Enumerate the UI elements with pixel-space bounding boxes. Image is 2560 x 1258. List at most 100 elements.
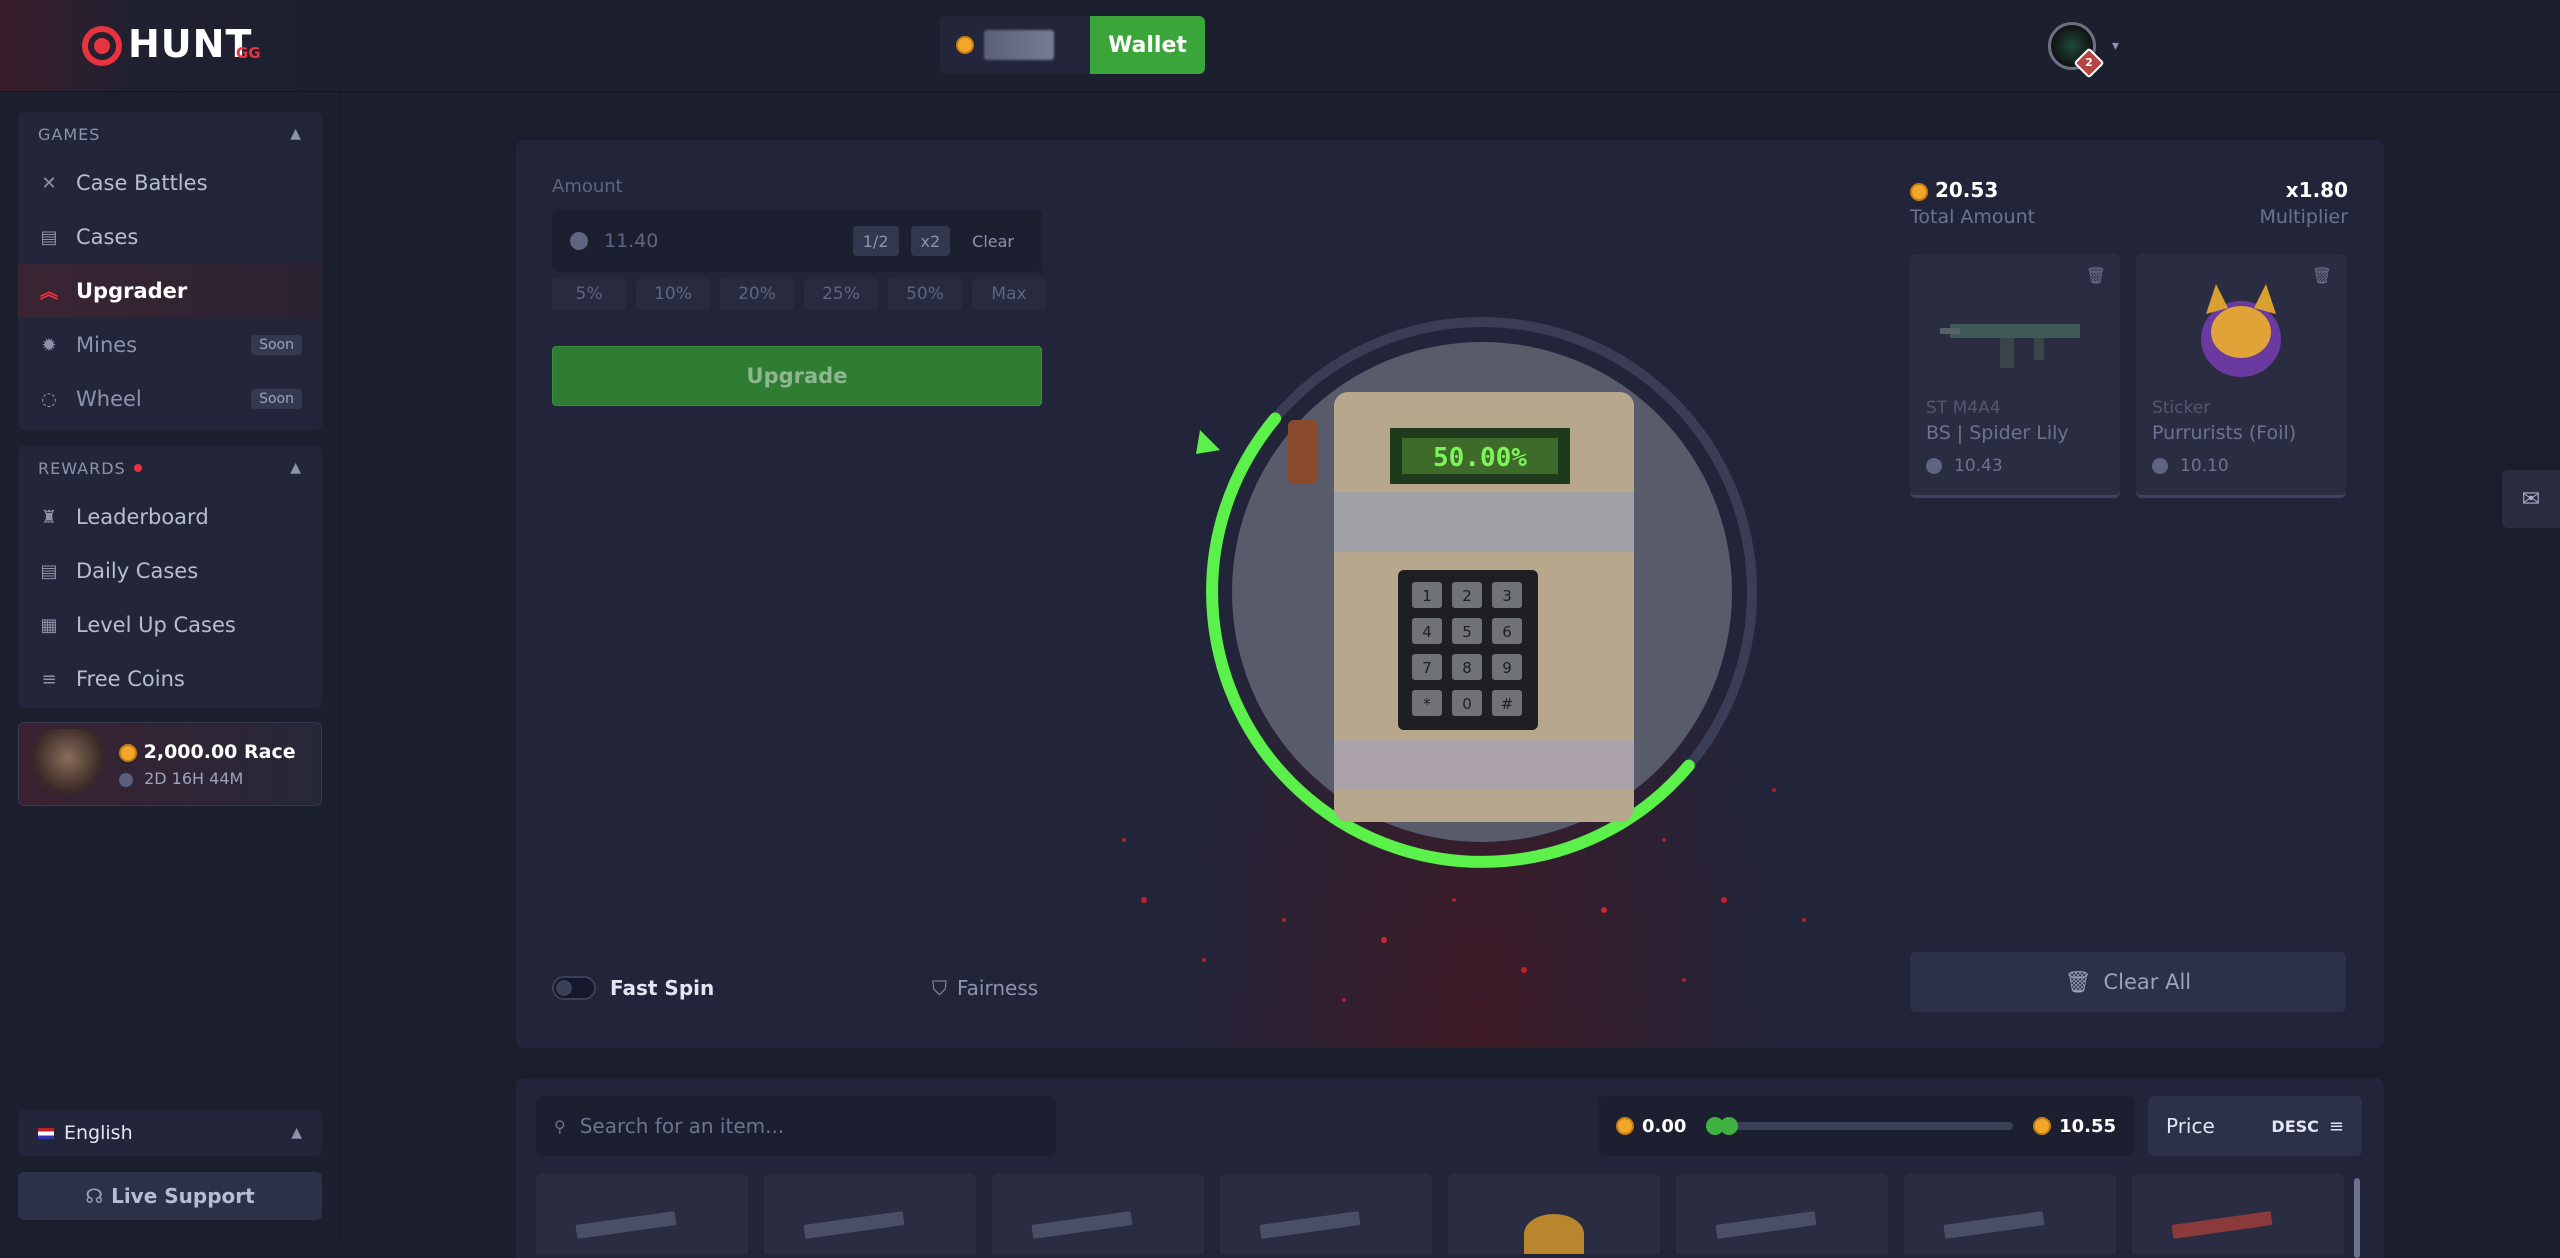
range-track[interactable] (1706, 1117, 2014, 1135)
sidebar-item-daily-cases[interactable]: ▤ Daily Cases (18, 544, 322, 598)
sidebar-item-case-battles[interactable]: ✕ Case Battles (18, 156, 322, 210)
sort-select[interactable]: Price DESC ≡ (2148, 1096, 2362, 1156)
sort-direction[interactable]: DESC (2271, 1117, 2318, 1136)
sidebar-item-leaderboard[interactable]: ♜ Leaderboard (18, 490, 322, 544)
logo[interactable]: HUNT GG (0, 0, 340, 92)
item-subtitle: ST M4A4 (1926, 398, 2001, 418)
rewards-heading: REWARDS (38, 458, 126, 478)
toggle-switch[interactable] (552, 976, 596, 1000)
race-amount: 2,000.00 Race (119, 741, 296, 763)
language-label: English (64, 1122, 133, 1144)
sidebar-item-level-up-cases[interactable]: ▦ Level Up Cases (18, 598, 322, 652)
percent-50-button[interactable]: 50% (888, 278, 962, 310)
percent-25-button[interactable]: 25% (804, 278, 878, 310)
rifle-image (1940, 324, 2080, 368)
rewards-panel: REWARDS ▲ ♜ Leaderboard ▤ Daily Cases ▦ … (18, 446, 322, 708)
inventory-item[interactable] (1220, 1174, 1432, 1254)
topbar (340, 0, 2560, 92)
notification-dot (133, 464, 142, 472)
sidebar-item-label: Upgrader (76, 279, 188, 303)
sidebar-item-cases[interactable]: ▤ Cases (18, 210, 322, 264)
keypad-key-label: 6 (1502, 623, 1512, 641)
upgrade-button[interactable]: Upgrade (552, 346, 1042, 406)
sidebar: HUNT GG GAMES ▲ ✕ Case Battles ▤ Cases ︽… (0, 0, 340, 1238)
amount-value[interactable]: 11.40 (604, 230, 658, 252)
fairness-link[interactable]: ⛉ Fairness (932, 976, 1038, 1000)
caret-down-icon[interactable]: ▾ (2112, 38, 2119, 54)
race-timer-value: 2D 16H 44M (144, 769, 244, 788)
percent-10-button[interactable]: 10% (636, 278, 710, 310)
coin-icon (1616, 1117, 1634, 1135)
games-heading: GAMES (38, 124, 101, 144)
inventory-item[interactable] (2132, 1174, 2344, 1254)
bet-controls: Amount 11.40 1/2 x2 Clear 5% 10% 20% 25%… (516, 140, 1084, 1048)
price-range-slider[interactable]: 0.00 10.55 (1598, 1096, 2134, 1156)
trash-icon[interactable]: 🗑 (2086, 266, 2106, 285)
sidebar-item-label: Leaderboard (76, 505, 209, 529)
sidebar-item-label: Level Up Cases (76, 613, 236, 637)
multiplier-label: Multiplier (2259, 206, 2348, 228)
case-icon: ▤ (40, 226, 58, 248)
search-input[interactable]: ⚲ Search for an item... (536, 1096, 1056, 1156)
race-label: Race (244, 741, 296, 763)
games-header[interactable]: GAMES ▲ (18, 112, 322, 156)
wallet-button[interactable]: Wallet (1090, 16, 1205, 74)
sticker-image (2201, 284, 2281, 377)
inventory-item[interactable] (1448, 1174, 1660, 1254)
level-badge-value: 2 (2085, 56, 2093, 69)
language-select[interactable]: English ▲ (18, 1110, 322, 1156)
keypad-key-label: # (1501, 695, 1514, 713)
clear-all-button[interactable]: 🗑 Clear All (1910, 952, 2346, 1012)
upgrade-wheel: 50.00% 1 2 3 4 5 6 7 8 9 * 0 # (1084, 140, 1872, 1048)
sidebar-item-mines[interactable]: ✹ Mines Soon (18, 318, 322, 372)
keypad-key-label: 4 (1422, 623, 1432, 641)
percent-20-button[interactable]: 20% (720, 278, 794, 310)
half-button[interactable]: 1/2 (852, 226, 899, 256)
rewards-header[interactable]: REWARDS ▲ (18, 446, 322, 490)
weapon-thumbnail (575, 1211, 677, 1239)
sidebar-item-upgrader[interactable]: ︽ Upgrader (18, 264, 322, 318)
chevron-up-icon[interactable]: ▲ (290, 460, 302, 476)
sidebar-item-wheel[interactable]: ◌ Wheel Soon (18, 372, 322, 426)
scrollbar[interactable] (2354, 1178, 2360, 1258)
selected-item-card[interactable]: 🗑 Sticker Purrurists (Foil) 10.10 (2136, 254, 2346, 498)
coin-icon (2033, 1117, 2052, 1135)
live-support-button[interactable]: ☊ Live Support (18, 1172, 322, 1220)
chat-icon[interactable]: ✉ (2502, 470, 2560, 528)
inventory-item[interactable] (1676, 1174, 1888, 1254)
trash-icon[interactable]: 🗑 (2312, 266, 2332, 285)
crossed-swords-icon: ✕ (41, 172, 57, 194)
race-banner[interactable]: 2,000.00 Race 2D 16H 44M (18, 722, 322, 806)
percent-5-button[interactable]: 5% (552, 278, 626, 310)
case-icon: ▤ (40, 560, 58, 582)
range-max-handle[interactable] (1720, 1117, 1739, 1135)
clear-button[interactable]: Clear (962, 226, 1024, 256)
max-button[interactable]: Max (972, 278, 1046, 310)
inventory-grid (536, 1174, 2344, 1254)
sticker-thumbnail (1524, 1214, 1584, 1254)
wheel-graphic: 50.00% 1 2 3 4 5 6 7 8 9 * 0 # (1122, 317, 1806, 1002)
coin-icon (119, 743, 137, 762)
fast-spin-toggle[interactable]: Fast Spin (552, 976, 714, 1000)
double-button[interactable]: x2 (910, 226, 951, 256)
chevron-up-icon: ▲ (291, 1125, 302, 1141)
sidebar-item-label: Free Coins (76, 667, 185, 691)
weapon-thumbnail (1031, 1211, 1133, 1239)
percent-buttons: 5% 10% 20% 25% 50% Max (552, 278, 1046, 310)
logo-mark-icon (82, 26, 122, 66)
inventory-item[interactable] (536, 1174, 748, 1254)
inventory-item[interactable] (992, 1174, 1204, 1254)
total-amount-label: Total Amount (1910, 206, 2036, 228)
selected-item-card[interactable]: 🗑 ST M4A4 BS | Spider Lily 10.43 (1910, 254, 2120, 498)
shield-icon: ⛉ (932, 976, 947, 1000)
item-name: Purrurists (Foil) (2152, 422, 2297, 444)
chance-readout: 50.00% (1433, 443, 1527, 473)
chevron-up-icon[interactable]: ▲ (290, 126, 302, 142)
weapon-thumbnail (1715, 1211, 1817, 1239)
amount-input[interactable]: 11.40 1/2 x2 Clear (552, 210, 1042, 272)
inventory-item[interactable] (764, 1174, 976, 1254)
amount-label: Amount (552, 176, 623, 197)
soon-badge: Soon (251, 335, 302, 355)
inventory-item[interactable] (1904, 1174, 2116, 1254)
sidebar-item-free-coins[interactable]: ≡ Free Coins (18, 652, 322, 706)
